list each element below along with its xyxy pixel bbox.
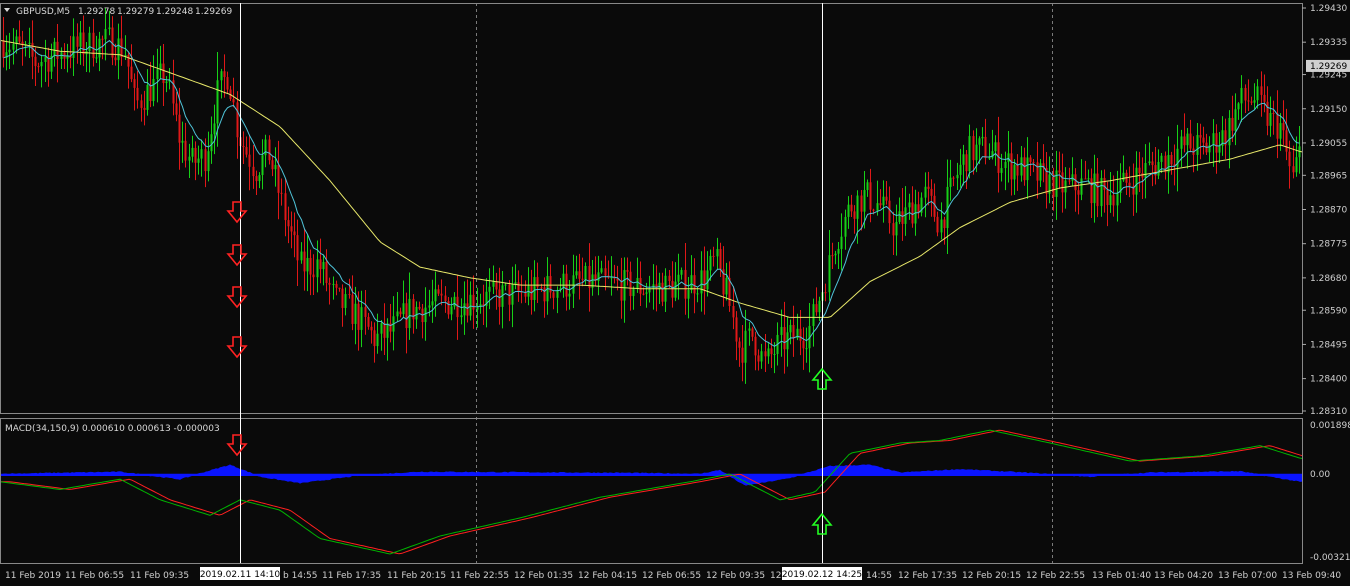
current-price-tag: 1.29269 xyxy=(1310,62,1347,72)
trading-chart[interactable]: 1.29430 1.29335 1.29245 1.29150 1.29055 1.289… xyxy=(0,0,1350,586)
time-tick-label: 12 Feb 04:15 xyxy=(578,571,637,581)
time-tick-label: 13 Feb 01:40 xyxy=(1092,571,1151,581)
time-tick-label: 13 Feb 04:20 xyxy=(1154,571,1213,581)
price-tick-label: 1.28310 xyxy=(1310,407,1347,417)
price-tick-label: 1.28590 xyxy=(1310,306,1347,316)
time-tick-label: 11 Feb 17:35 xyxy=(322,571,381,581)
price-tick-label: 1.28775 xyxy=(1310,240,1347,250)
time-tick-label: 12 Feb 09:35 xyxy=(706,571,765,581)
macd-tick-label: 0.00 xyxy=(1310,470,1330,480)
ohlc-low: 1.29248 xyxy=(156,7,193,17)
price-tick-label: 1.29335 xyxy=(1310,38,1347,48)
macd-label: MACD(34,150,9) 0.000610 0.000613 -0.0000… xyxy=(5,424,220,434)
chart-header: GBPUSD,M5 1.29278 1.29279 1.29248 1.2926… xyxy=(4,7,232,17)
price-tick-label: 1.28965 xyxy=(1310,171,1347,181)
time-tick-label: 12 Feb 20:15 xyxy=(962,571,1021,581)
time-marker-label: 2019.02.11 14:10 xyxy=(200,570,281,580)
price-tick-label: 1.29055 xyxy=(1310,139,1347,149)
time-tick-label: 11 Feb 22:55 xyxy=(450,571,509,581)
ohlc-close: 1.29269 xyxy=(195,7,232,17)
price-tick-label: 1.28680 xyxy=(1310,274,1347,284)
time-tick-label: 14:55 xyxy=(866,571,892,581)
symbol-label: GBPUSD,M5 xyxy=(16,7,70,17)
price-tick-label: 1.29430 xyxy=(1310,4,1347,14)
ohlc-high: 1.29279 xyxy=(117,7,154,17)
time-tick-label: 12 Feb 01:35 xyxy=(514,571,573,581)
time-tick-label: 13 Feb 07:00 xyxy=(1218,571,1277,581)
time-marker-label: 2019.02.12 14:25 xyxy=(782,570,862,580)
time-tick-label: 12 xyxy=(770,571,781,581)
time-tick-label: 12 Feb 17:35 xyxy=(898,571,957,581)
time-tick-label: 11 Feb 2019 xyxy=(5,571,61,581)
price-tick-label: 1.29245 xyxy=(1310,71,1347,81)
macd-tick-label: -0.003215 xyxy=(1310,553,1350,563)
time-tick-label: 12 Feb 06:55 xyxy=(642,571,701,581)
macd-tick-label: 0.001898 xyxy=(1310,421,1350,431)
ohlc-open: 1.29278 xyxy=(78,7,115,17)
price-tick-label: 1.28400 xyxy=(1310,375,1347,385)
time-tick-label: 11 Feb 20:15 xyxy=(387,571,446,581)
price-tick-label: 1.28870 xyxy=(1310,206,1347,216)
price-tick-label: 1.29150 xyxy=(1310,105,1347,115)
time-tick-label: b 14:55 xyxy=(283,571,318,581)
time-tick-label: 12 Feb 22:55 xyxy=(1026,571,1085,581)
price-tick-label: 1.28495 xyxy=(1310,340,1347,350)
time-tick-label: 11 Feb 09:35 xyxy=(130,571,189,581)
time-tick-label: 11 Feb 06:55 xyxy=(65,571,124,581)
time-tick-label: 13 Feb 09:40 xyxy=(1282,571,1341,581)
